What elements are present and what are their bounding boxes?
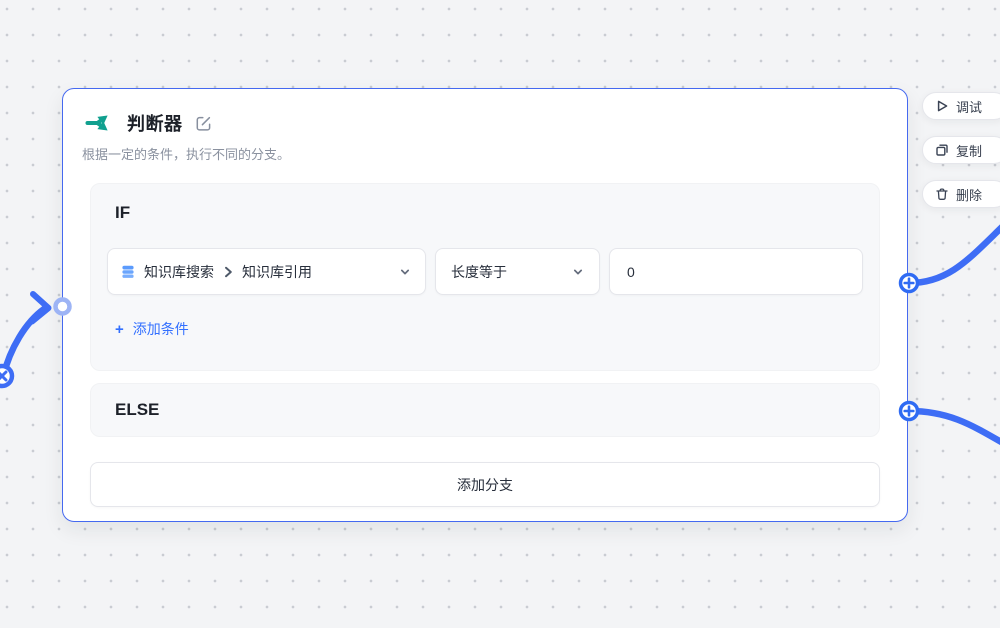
if-branch-panel: IF 知识库搜索 知识库引用 — [90, 183, 880, 371]
copy-button[interactable]: 复制 — [922, 136, 1000, 164]
chevron-right-icon — [222, 266, 234, 278]
debug-label: 调试 — [956, 97, 982, 116]
operator-label: 长度等于 — [451, 262, 507, 282]
add-condition-label: 添加条件 — [133, 319, 189, 339]
plus-icon: + — [115, 321, 124, 338]
else-branch-plus-handle[interactable] — [901, 403, 918, 420]
copy-label: 复制 — [956, 141, 982, 160]
condition-row: 知识库搜索 知识库引用 长度等于 — [107, 248, 863, 295]
delete-button[interactable]: 删除 — [922, 180, 1000, 208]
branch-split-icon — [85, 108, 115, 138]
variable-select[interactable]: 知识库搜索 知识库引用 — [107, 248, 426, 295]
variable-field-label: 知识库引用 — [242, 262, 312, 282]
delete-label: 删除 — [956, 185, 982, 204]
node-toolbar: 调试 复制 删除 — [922, 92, 1000, 208]
edge-else-branch[interactable] — [909, 411, 1000, 443]
variable-node-label: 知识库搜索 — [144, 262, 214, 282]
if-label: IF — [115, 203, 130, 223]
edit-title-button[interactable] — [195, 115, 212, 132]
node-description: 根据一定的条件，执行不同的分支。 — [82, 144, 290, 163]
else-branch-panel: ELSE — [90, 383, 880, 437]
node-header: 判断器 — [85, 108, 212, 138]
debug-button[interactable]: 调试 — [922, 92, 1000, 120]
chevron-down-icon — [572, 266, 584, 278]
copy-icon — [935, 143, 949, 157]
else-label: ELSE — [115, 400, 159, 420]
edge-if-branch[interactable] — [909, 227, 1000, 283]
if-branch-plus-handle[interactable] — [901, 275, 918, 292]
workflow-canvas[interactable]: 判断器 根据一定的条件，执行不同的分支。 IF 知识库搜索 — [0, 0, 1000, 628]
operator-select[interactable]: 长度等于 — [435, 248, 600, 295]
node-input-handle[interactable] — [56, 300, 70, 314]
add-condition-link[interactable]: + 添加条件 — [115, 319, 189, 339]
knowledge-database-icon — [120, 264, 136, 280]
trash-icon — [935, 187, 949, 201]
node-title: 判断器 — [127, 110, 183, 136]
edit-pencil-icon — [195, 115, 212, 132]
edge-start-x-icon[interactable] — [0, 366, 12, 386]
condition-value-input[interactable] — [609, 248, 863, 295]
chevron-down-icon — [399, 266, 411, 278]
add-branch-button[interactable]: 添加分支 — [90, 462, 880, 507]
condition-node-card[interactable]: 判断器 根据一定的条件，执行不同的分支。 IF 知识库搜索 — [62, 88, 908, 522]
play-icon — [935, 99, 949, 113]
